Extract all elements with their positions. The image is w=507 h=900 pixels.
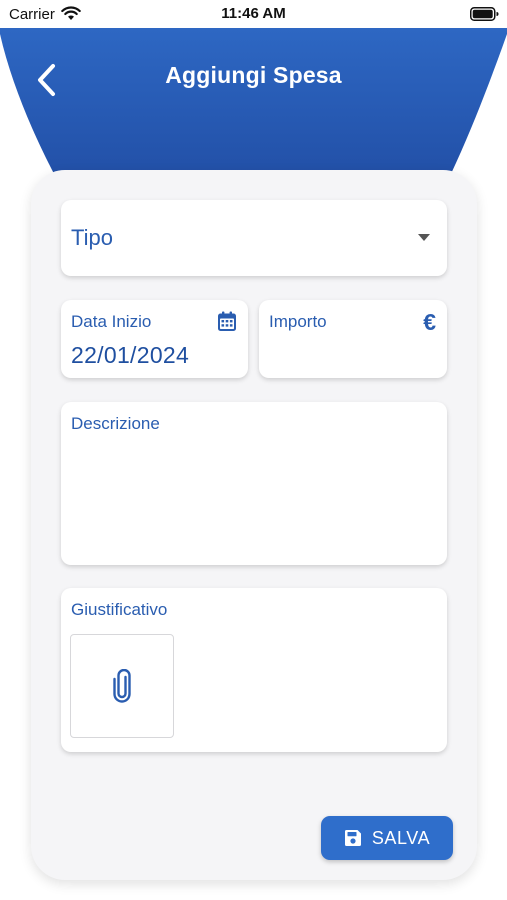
descrizione-label: Descrizione: [71, 414, 160, 433]
giustificativo-section: Giustificativo: [61, 588, 447, 752]
battery-icon: [470, 7, 499, 21]
tipo-label: Tipo: [71, 225, 113, 250]
save-button[interactable]: SALVA: [321, 816, 453, 860]
descrizione-field[interactable]: Descrizione: [61, 402, 447, 565]
page-title: Aggiungi Spesa: [165, 62, 342, 88]
data-inizio-value: 22/01/2024: [71, 342, 190, 368]
giustificativo-label: Giustificativo: [71, 600, 168, 619]
save-label: SALVA: [371, 827, 431, 848]
dropdown-arrow-icon: [418, 234, 430, 241]
status-time: 11:46 AM: [221, 5, 286, 22]
floppy-disk-icon: [344, 830, 361, 846]
data-inizio-field[interactable]: Data Inizio 22/01/2024: [61, 300, 248, 378]
attachment-button[interactable]: [70, 634, 174, 738]
tipo-dropdown[interactable]: Tipo: [61, 200, 447, 276]
status-bar: Carrier 11:46 AM: [0, 0, 507, 28]
importo-field[interactable]: Importo €: [259, 300, 447, 378]
euro-icon: €: [423, 309, 436, 335]
calendar-icon[interactable]: [217, 311, 237, 332]
data-inizio-label: Data Inizio: [71, 312, 152, 331]
importo-label: Importo: [269, 312, 327, 331]
paperclip-icon: [113, 669, 131, 703]
